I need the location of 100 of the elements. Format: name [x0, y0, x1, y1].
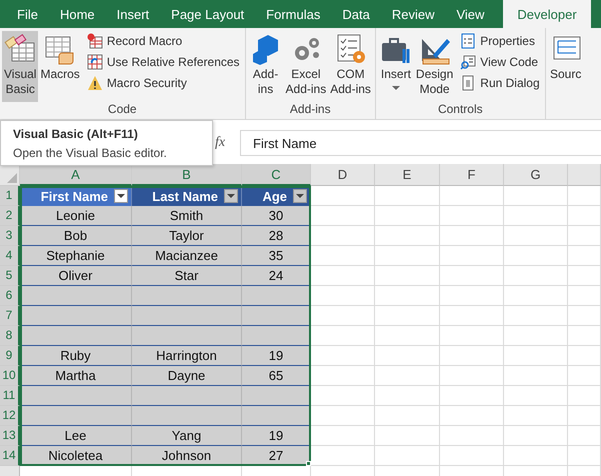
ribbon-button[interactable]: Design Mode — [414, 31, 456, 102]
row-header[interactable]: 14 — [0, 446, 20, 466]
ribbon-tab[interactable]: Data — [331, 0, 381, 28]
grid-cell[interactable] — [504, 246, 568, 266]
row-header[interactable]: 5 — [0, 266, 20, 286]
grid-cell[interactable] — [311, 346, 375, 366]
grid-cell[interactable] — [568, 286, 601, 306]
grid-cell[interactable] — [504, 386, 568, 406]
grid-cell[interactable] — [311, 266, 375, 286]
grid-cell[interactable] — [311, 326, 375, 346]
row-header[interactable]: 6 — [0, 286, 20, 306]
grid-cell[interactable] — [504, 186, 568, 206]
ribbon-tab[interactable]: Page Layout — [160, 0, 256, 28]
grid-cell[interactable] — [311, 206, 375, 226]
ribbon-button[interactable]: Record Macro — [84, 31, 243, 51]
row-header[interactable]: 3 — [0, 226, 20, 246]
grid-cell[interactable] — [311, 226, 375, 246]
row-header[interactable]: 2 — [0, 206, 20, 226]
ribbon-tab[interactable]: Formulas — [255, 0, 332, 28]
row-header[interactable]: 11 — [0, 386, 20, 406]
grid-cell[interactable] — [375, 206, 440, 226]
grid-cell[interactable] — [440, 386, 504, 406]
grid-cell[interactable] — [311, 366, 375, 386]
formula-field[interactable]: First Name — [240, 130, 601, 156]
grid-cell[interactable] — [504, 366, 568, 386]
grid-cell[interactable] — [440, 346, 504, 366]
column-header[interactable]: F — [440, 164, 504, 186]
ribbon-tab[interactable]: Developer — [503, 0, 591, 28]
row-header[interactable]: 9 — [0, 346, 20, 366]
ribbon-tab[interactable]: View — [445, 0, 496, 28]
grid-cell[interactable] — [440, 186, 504, 206]
grid-cell[interactable] — [440, 266, 504, 286]
grid-cell[interactable] — [375, 226, 440, 246]
column-header[interactable]: B — [132, 164, 242, 186]
grid-cell[interactable] — [568, 386, 601, 406]
grid-cell[interactable] — [568, 246, 601, 266]
grid-cell[interactable] — [440, 226, 504, 246]
row-header[interactable]: 8 — [0, 326, 20, 346]
ribbon-tab[interactable]: Insert — [106, 0, 160, 28]
grid-cell[interactable] — [440, 306, 504, 326]
grid-cell[interactable] — [375, 346, 440, 366]
row-header[interactable]: 13 — [0, 426, 20, 446]
column-header[interactable]: E — [375, 164, 440, 186]
grid-cell[interactable] — [311, 426, 375, 446]
column-header[interactable] — [568, 164, 601, 186]
grid-cell[interactable] — [568, 326, 601, 346]
grid-cell[interactable] — [504, 326, 568, 346]
ribbon-button[interactable]: Macros — [38, 31, 82, 102]
grid-cell[interactable] — [375, 246, 440, 266]
grid-cell[interactable] — [504, 266, 568, 286]
column-header[interactable]: C — [242, 164, 311, 186]
grid-cell[interactable] — [440, 206, 504, 226]
filter-button[interactable] — [224, 189, 238, 203]
column-header[interactable]: G — [504, 164, 568, 186]
select-all-corner[interactable] — [0, 164, 20, 186]
grid-cell[interactable] — [375, 326, 440, 346]
grid-cell[interactable] — [440, 286, 504, 306]
grid-cell[interactable] — [504, 346, 568, 366]
ribbon-tab[interactable]: Home — [48, 0, 106, 28]
grid-cell[interactable] — [568, 406, 601, 426]
filter-button[interactable] — [114, 189, 128, 203]
grid-cell[interactable] — [504, 426, 568, 446]
grid-cell[interactable] — [504, 446, 568, 466]
grid-cell[interactable] — [568, 206, 601, 226]
grid-cell[interactable] — [311, 186, 375, 206]
grid-cell[interactable] — [568, 346, 601, 366]
ribbon-tab[interactable]: File — [6, 0, 49, 28]
row-header[interactable]: 10 — [0, 366, 20, 386]
ribbon-button[interactable]: Macro Security — [84, 73, 243, 93]
ribbon-button[interactable]: View Code — [457, 52, 543, 72]
ribbon-button[interactable]: Insert — [378, 31, 414, 102]
fill-handle[interactable] — [306, 461, 311, 466]
row-header[interactable]: 12 — [0, 406, 20, 426]
grid-cell[interactable] — [568, 446, 601, 466]
grid-cell[interactable] — [311, 306, 375, 326]
grid-cell[interactable] — [375, 406, 440, 426]
ribbon-button[interactable]: Excel Add-ins — [284, 31, 328, 102]
grid-cell[interactable] — [440, 366, 504, 386]
ribbon-button[interactable]: Sourc — [548, 31, 584, 84]
ribbon-button[interactable]: Use Relative References — [84, 52, 243, 72]
grid-cell[interactable] — [375, 186, 440, 206]
column-header[interactable]: D — [311, 164, 375, 186]
grid-cell[interactable] — [440, 246, 504, 266]
grid-cell[interactable] — [311, 406, 375, 426]
grid-cell[interactable] — [568, 186, 601, 206]
ribbon-button[interactable]: Run Dialog — [457, 73, 543, 93]
grid-cell[interactable] — [568, 266, 601, 286]
grid-cell[interactable] — [504, 306, 568, 326]
grid-cell[interactable] — [568, 366, 601, 386]
grid-cell[interactable] — [311, 386, 375, 406]
grid-cell[interactable] — [311, 286, 375, 306]
grid-cell[interactable] — [311, 246, 375, 266]
grid-cell[interactable] — [440, 406, 504, 426]
column-header[interactable]: A — [20, 164, 132, 186]
grid-cell[interactable] — [504, 226, 568, 246]
grid-cell[interactable] — [440, 446, 504, 466]
grid-cell[interactable] — [440, 326, 504, 346]
grid-cell[interactable] — [504, 206, 568, 226]
grid-cell[interactable] — [375, 446, 440, 466]
ribbon-button[interactable]: COM Add-ins — [328, 31, 373, 102]
